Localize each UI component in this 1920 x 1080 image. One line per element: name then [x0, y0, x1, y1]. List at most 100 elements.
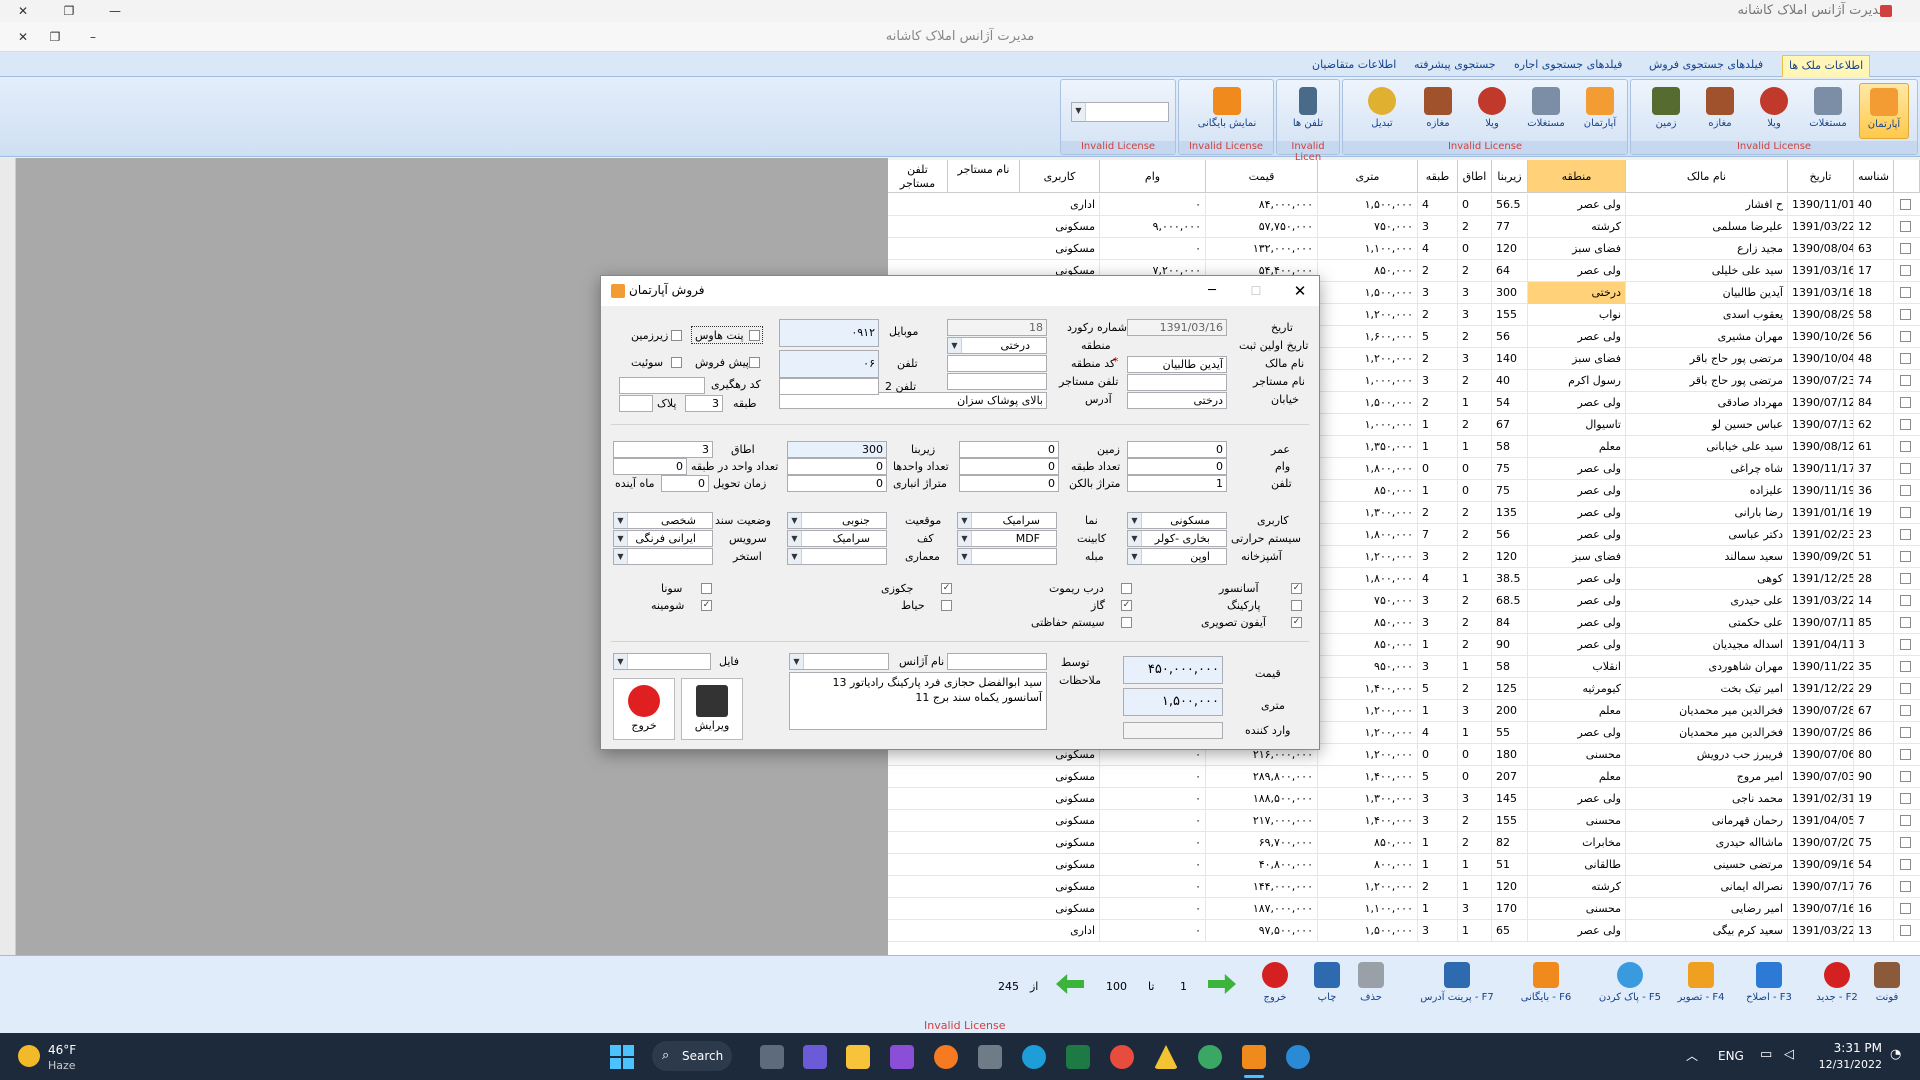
record-number-field[interactable]: 18	[947, 319, 1047, 336]
delete-button[interactable]: حذف	[1346, 962, 1396, 1012]
print-button[interactable]: چاپ	[1302, 962, 1352, 1012]
table-row[interactable]: 12 1391/03/22 علیرضا مسلمی کرشته 77 2 3 ۷۵۰,۰۰۰…	[888, 216, 1920, 238]
plaque-field[interactable]	[619, 395, 653, 412]
balcony-area-field[interactable]: 0	[959, 475, 1059, 492]
ribbon-rent-shop-button[interactable]: مغازه	[1695, 83, 1745, 139]
land-field[interactable]: 0	[959, 441, 1059, 458]
row-checkbox[interactable]	[1900, 661, 1911, 672]
tenant-name-field[interactable]	[1127, 374, 1227, 391]
file-select[interactable]: ▼	[613, 653, 711, 670]
notification-icon[interactable]: ◔	[1890, 1047, 1901, 1062]
visual-studio-icon[interactable]	[890, 1045, 914, 1069]
chevron-up-icon[interactable]: ︿	[1686, 1047, 1698, 1064]
clock-date[interactable]: 12/31/2022	[1812, 1058, 1882, 1071]
ribbon-sale-commercial-button[interactable]: مستغلات	[1521, 83, 1571, 139]
clear-button[interactable]: پاک کردن - F5	[1590, 962, 1670, 1012]
prev-page-arrow-icon[interactable]	[1056, 974, 1084, 994]
feature-checkbox-8[interactable]	[701, 583, 712, 594]
basement-checkbox[interactable]	[671, 330, 682, 341]
volume-icon[interactable]: ◁	[1784, 1047, 1794, 1062]
feature-checkbox-3[interactable]	[1121, 583, 1132, 594]
price-field[interactable]: ۴۵۰,۰۰۰,۰۰۰	[1123, 656, 1223, 684]
phone-field[interactable]: ۰۶	[779, 350, 879, 378]
row-checkbox[interactable]	[1900, 507, 1911, 518]
age-field[interactable]: 0	[1127, 441, 1227, 458]
grid-header-7[interactable]: متری	[1318, 160, 1418, 193]
architecture-select[interactable]: ▼	[787, 548, 887, 565]
app-globe-icon[interactable]	[1198, 1045, 1222, 1069]
grid-header-8[interactable]: قیمت	[1206, 160, 1318, 193]
deed-status-select[interactable]: ▼ شخصی	[613, 512, 713, 529]
region-code-field[interactable]	[947, 355, 1047, 372]
heating-system-select[interactable]: ▼ بخاری -کولر	[1127, 530, 1227, 547]
row-checkbox[interactable]	[1900, 529, 1911, 540]
task-view-icon[interactable]	[760, 1045, 784, 1069]
ribbon-rent-commercial-button[interactable]: مستغلات	[1803, 83, 1853, 139]
ribbon-show-archive-button[interactable]: نمایش بایگانی	[1191, 83, 1263, 139]
feature-checkbox-9[interactable]: ✓	[701, 600, 712, 611]
row-checkbox[interactable]	[1900, 749, 1911, 760]
ribbon-exchange-button[interactable]: تبدیل	[1357, 83, 1407, 139]
row-checkbox[interactable]	[1900, 441, 1911, 452]
unit-count-field[interactable]: 0	[787, 458, 887, 475]
grid-header-11[interactable]: نام مستاجر	[948, 160, 1020, 193]
next-page-arrow-icon[interactable]	[1208, 974, 1236, 994]
network-globe-icon[interactable]	[1286, 1045, 1310, 1069]
row-checkbox[interactable]	[1900, 683, 1911, 694]
table-row[interactable]: 19 1391/02/31 محمد ناجی ولی عصر 145 3 3 ۱,۳۰۰,۰…	[888, 788, 1920, 810]
street-field[interactable]: درختی	[1127, 392, 1227, 409]
tenant-phone-field[interactable]	[947, 373, 1047, 390]
notes-field[interactable]: 13 سید ابوالفضل حجازی فرد پارکینگ رادیات…	[789, 672, 1047, 730]
row-checkbox[interactable]	[1900, 243, 1911, 254]
feature-checkbox-7[interactable]	[941, 600, 952, 611]
grid-header-10[interactable]: کاربری	[1020, 160, 1100, 193]
image-button[interactable]: تصویر - F4	[1666, 962, 1736, 1012]
weather-icon[interactable]	[18, 1045, 40, 1067]
table-row[interactable]: 76 1390/07/17 نصراله ایمانی کرشته 120 1 2 ۱,۲۰۰…	[888, 876, 1920, 898]
row-checkbox[interactable]	[1900, 331, 1911, 342]
entered-by-field[interactable]	[1123, 722, 1223, 739]
close-icon[interactable]: ✕	[0, 0, 46, 22]
grid-header-2[interactable]: نام مالک	[1626, 160, 1788, 193]
toilet-select[interactable]: ▼ ایرانی فرنگی	[613, 530, 713, 547]
excel-icon[interactable]	[1066, 1045, 1090, 1069]
floor-area-field[interactable]: 300	[787, 441, 887, 458]
tab-applicants-info[interactable]: اطلاعات متقاضیان	[1306, 55, 1402, 77]
grid-select-all-header[interactable]	[1894, 160, 1920, 193]
region-select[interactable]: ▼ درختی	[947, 337, 1047, 354]
chrome-icon[interactable]	[1110, 1045, 1134, 1069]
ribbon-sale-apartment-button[interactable]: آپارتمان	[1575, 83, 1625, 139]
row-checkbox[interactable]	[1900, 793, 1911, 804]
presale-checkbox[interactable]	[749, 357, 760, 368]
ribbon-rent-land-button[interactable]: زمین	[1641, 83, 1691, 139]
mdi-minimize-icon[interactable]: –	[70, 26, 116, 48]
table-row[interactable]: 7 1391/04/05 رحمان قهرمانی محسنی 155 2 3 ۱,۴۰۰,…	[888, 810, 1920, 832]
usage-select[interactable]: ▼ مسکونی	[1127, 512, 1227, 529]
taskbar-search[interactable]: ⌕ Search	[652, 1041, 732, 1071]
per-meter-field[interactable]: ۱,۵۰۰,۰۰۰	[1123, 688, 1223, 716]
row-checkbox[interactable]	[1900, 485, 1911, 496]
feature-checkbox-4[interactable]: ✓	[1121, 600, 1132, 611]
agency-name-select[interactable]: ▼	[789, 653, 889, 670]
table-row[interactable]: 13 1391/03/22 سعید کرم بیگی ولی عصر 65 1 3 ۱,۵۰…	[888, 920, 1920, 942]
print-address-button[interactable]: پرینت آدرس - F7	[1412, 962, 1502, 1012]
row-checkbox[interactable]	[1900, 199, 1911, 210]
table-row[interactable]: 63 1390/08/04 مجید زارع فضای سبز 120 0 4 ۱,۱۰۰,…	[888, 238, 1920, 260]
archive-button[interactable]: بایگانی - F6	[1506, 962, 1586, 1012]
ribbon-rent-apartment-button[interactable]: آپارتمان	[1859, 83, 1909, 139]
new-button[interactable]: جدید - F2	[1802, 962, 1872, 1012]
row-checkbox[interactable]	[1900, 397, 1911, 408]
row-checkbox[interactable]	[1900, 551, 1911, 562]
row-checkbox[interactable]	[1900, 573, 1911, 584]
dialog-close-icon[interactable]: ✕	[1285, 279, 1315, 303]
table-row[interactable]: 90 1390/07/03 امیر مروج معلم 207 0 5 ۱,۴۰۰,۰۰۰ ۲…	[888, 766, 1920, 788]
row-checkbox[interactable]	[1900, 375, 1911, 386]
ribbon-phones-button[interactable]: تلفن ها	[1283, 83, 1333, 139]
floor-field[interactable]: 3	[685, 395, 723, 412]
tab-property-info[interactable]: اطلاعات ملک ها	[1782, 55, 1871, 77]
firefox-icon[interactable]	[934, 1045, 958, 1069]
units-per-floor-field[interactable]: 0	[613, 458, 687, 475]
tracking-code-field[interactable]	[619, 377, 705, 394]
clock-time[interactable]: 3:31 PM	[1822, 1041, 1882, 1055]
dialog-maximize-icon[interactable]: ☐	[1241, 279, 1271, 303]
